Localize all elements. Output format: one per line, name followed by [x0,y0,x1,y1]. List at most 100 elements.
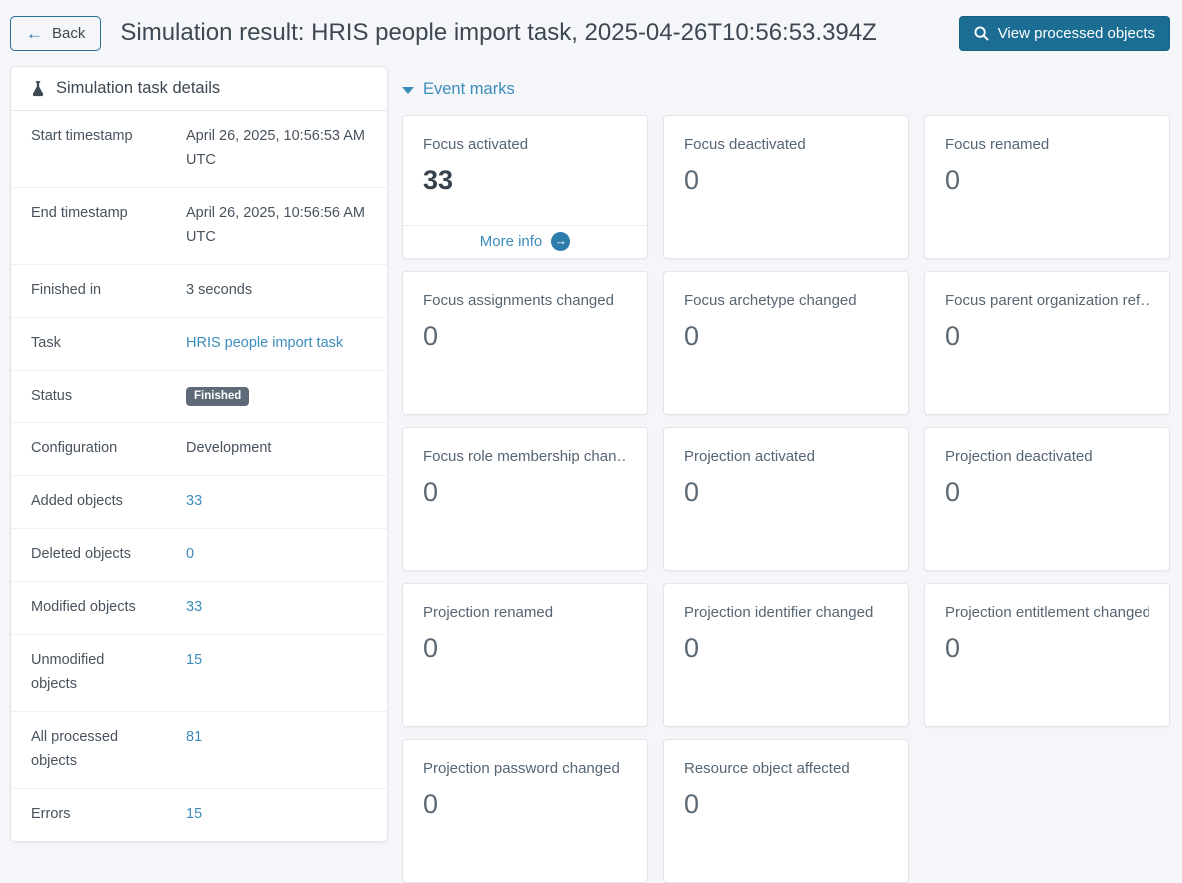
event-mark-card: Projection identifier changed 0 [663,583,909,727]
detail-value: April 26, 2025, 10:56:56 AM UTC [186,202,367,250]
event-mark-card: Focus role membership chan… 0 [402,427,648,571]
detail-value: 0 [186,543,367,567]
detail-value: 81 [186,726,367,774]
detail-row: Unmodified objects 15 [11,635,387,712]
detail-row: Finished in 3 seconds [11,265,387,318]
detail-row: Task HRIS people import task [11,318,387,371]
detail-value-text: Development [186,440,272,457]
event-mark-title: Focus assignments changed [423,292,614,309]
view-processed-objects-button[interactable]: View processed objects [958,15,1170,51]
event-mark-card: Focus activated 33 More info → [402,115,648,259]
event-mark-card: Projection renamed 0 [402,583,648,727]
detail-label: Status [31,387,73,404]
detail-label: End timestamp [31,204,128,221]
detail-value-link[interactable]: 15 [186,652,202,668]
event-marks-section: Event marks Focus activated 33 More info… [402,80,1170,883]
detail-value: HRIS people import task [186,332,367,356]
event-marks-toggle[interactable]: Event marks [402,80,515,99]
detail-row: All processed objects 81 [11,712,387,789]
event-mark-card-body: Projection deactivated 0 [925,428,1169,508]
detail-label: All processed objects [31,728,119,769]
detail-label: Modified objects [31,599,136,616]
detail-value-link[interactable]: 81 [186,729,202,745]
event-mark-card: Focus archetype changed 0 [663,271,909,415]
event-mark-card-body: Projection activated 0 [664,428,908,508]
details-rows-container: Start timestamp April 26, 2025, 10:56:53… [11,111,387,841]
details-panel-title: Simulation task details [56,79,221,97]
detail-value-link[interactable]: 33 [186,599,202,615]
event-mark-card-body: Focus assignments changed 0 [403,272,647,352]
detail-label: Unmodified objects [31,652,105,693]
event-mark-title: Projection entitlement changed [945,604,1149,621]
detail-label: Configuration [31,440,118,457]
detail-value: Finished [186,385,367,409]
detail-value-text: April 26, 2025, 10:56:56 AM UTC [186,204,365,245]
top-bar: ← Back Simulation result: HRIS people im… [0,0,1182,62]
event-mark-title: Focus renamed [945,136,1050,153]
event-mark-title: Projection password changed [423,760,620,777]
detail-value: 15 [186,803,367,827]
detail-value-link[interactable]: 15 [186,806,202,822]
event-mark-card-body: Focus deactivated 0 [664,116,908,196]
event-mark-value: 0 [684,321,700,351]
event-mark-title: Resource object affected [684,760,850,777]
detail-value-link[interactable]: 0 [186,546,194,562]
event-mark-value: 0 [945,633,961,663]
event-mark-title: Projection renamed [423,604,554,621]
arrow-left-icon: ← [26,23,43,43]
detail-label: Finished in [31,281,102,298]
detail-value-link[interactable]: HRIS people import task [186,335,343,351]
event-mark-value: 0 [684,477,700,507]
event-mark-title: Projection identifier changed [684,604,874,621]
event-mark-card: Focus assignments changed 0 [402,271,648,415]
detail-label: Deleted objects [31,546,131,563]
detail-value: 33 [186,490,367,514]
event-mark-title: Focus parent organization ref… [945,292,1149,309]
detail-value: 3 seconds [186,279,367,303]
event-mark-card-body: Projection identifier changed 0 [664,584,908,664]
event-mark-card-body: Resource object affected 0 [664,740,908,820]
event-mark-card-body: Focus role membership chan… 0 [403,428,647,508]
event-mark-title: Focus deactivated [684,136,806,153]
detail-value: 15 [186,649,367,697]
detail-row: Status Finished [11,371,387,424]
detail-row: Errors 15 [11,789,387,841]
event-mark-value: 33 [423,165,454,195]
back-button[interactable]: ← Back [10,15,102,51]
event-mark-value: 0 [423,477,439,507]
detail-label: Task [31,334,61,351]
details-panel-header: Simulation task details [11,67,387,111]
detail-row: Added objects 33 [11,476,387,530]
search-icon [974,25,989,41]
detail-label: Start timestamp [31,128,133,144]
simulation-task-details-panel: Simulation task details Start timestamp … [10,66,388,842]
event-mark-title: Projection activated [684,448,815,465]
flask-icon [31,80,45,97]
event-mark-card-body: Focus parent organization ref… 0 [925,272,1169,352]
event-mark-card-body: Projection password changed 0 [403,740,647,820]
event-mark-value: 0 [423,789,439,819]
caret-down-icon [402,87,414,94]
event-marks-grid: Focus activated 33 More info → Focus deac… [402,115,1170,883]
detail-row: Deleted objects 0 [11,529,387,583]
event-mark-card: Resource object affected 0 [663,739,909,883]
event-mark-value: 0 [945,321,961,351]
event-mark-card-body: Focus archetype changed 0 [664,272,908,352]
event-mark-value: 0 [684,789,700,819]
detail-label: Added objects [31,493,123,510]
detail-row: Configuration Development [11,423,387,477]
event-mark-title: Focus archetype changed [684,292,857,309]
more-info-label: More info [479,233,543,250]
event-mark-card-body: Focus activated 33 [403,116,647,196]
detail-row: Modified objects 33 [11,582,387,636]
more-info-link[interactable]: More info → [480,232,571,251]
event-mark-card: Projection activated 0 [663,427,909,571]
event-mark-title: Projection deactivated [945,448,1093,465]
view-processed-objects-label: View processed objects [997,24,1155,42]
event-mark-title: Focus role membership chan… [423,448,627,465]
detail-value-link[interactable]: 33 [186,493,202,509]
event-mark-card: Focus deactivated 0 [663,115,909,259]
event-mark-card-body: Projection entitlement changed 0 [925,584,1169,664]
event-mark-value: 0 [945,165,961,195]
event-mark-value: 0 [423,321,439,351]
